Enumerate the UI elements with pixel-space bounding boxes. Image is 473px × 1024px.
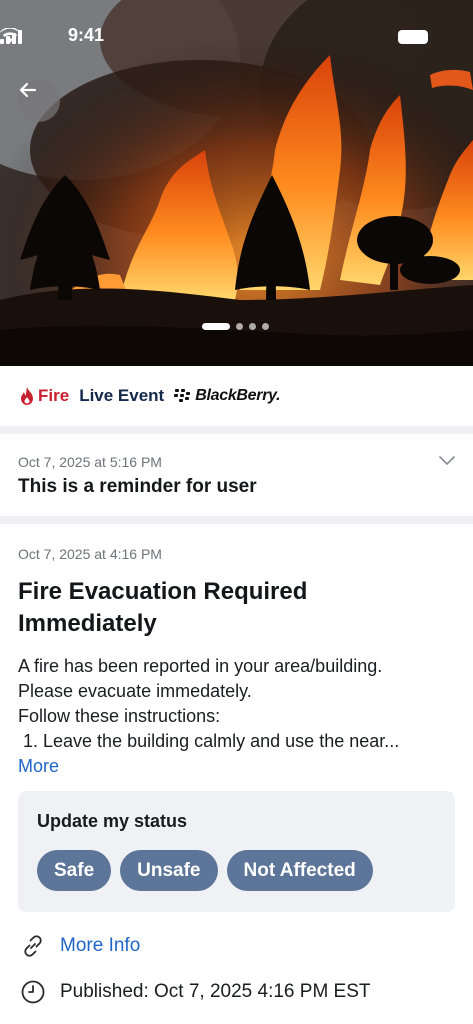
hero-image[interactable]: 9:41: [0, 0, 473, 366]
status-update-card: Update my status Safe Unsafe Not Affecte…: [18, 791, 455, 912]
reminder-card[interactable]: Oct 7, 2025 at 5:16 PM This is a reminde…: [0, 434, 473, 516]
battery-icon: [398, 30, 428, 44]
status-update-label: Update my status: [37, 811, 188, 831]
arrow-left-icon: [19, 82, 37, 98]
carousel-dot-4[interactable]: [262, 322, 269, 330]
link-icon: [24, 935, 42, 957]
blackberry-wordmark: BlackBerry.: [195, 387, 281, 404]
status-bar: 9:41: [0, 22, 473, 50]
blackberry-logo: BlackBerry.: [174, 387, 281, 405]
reminder-timestamp: Oct 7, 2025 at 5:16 PM: [18, 454, 162, 470]
reminder-text: This is a reminder for user: [18, 476, 257, 497]
event-header: Fire Live Event BlackBerry.: [0, 366, 473, 426]
clock-icon: [21, 980, 45, 1004]
alert-body-line: Please evacuate immedately.: [18, 681, 252, 701]
safe-button[interactable]: Safe: [37, 850, 112, 891]
blackberry-icon: [174, 389, 191, 402]
unsafe-button[interactable]: Unsafe: [120, 850, 218, 891]
fire-icon: [21, 387, 33, 405]
more-info-row[interactable]: More Info: [20, 931, 460, 961]
wifi-icon: [0, 28, 20, 43]
not-affected-button[interactable]: Not Affected: [226, 850, 373, 891]
alert-body-line: 1. Leave the building calmly and use the…: [18, 731, 400, 751]
live-event-label: Live Event: [79, 386, 165, 405]
alert-timestamp: Oct 7, 2025 at 4:16 PM: [18, 546, 162, 562]
alert-body-line: Follow these instructions:: [18, 706, 221, 726]
wildfire-photo: [0, 0, 473, 366]
alert-title-line: Fire Evacuation Required: [18, 578, 308, 605]
carousel-indicator[interactable]: [202, 322, 269, 330]
carousel-dot-2[interactable]: [236, 322, 243, 330]
divider: [0, 516, 473, 524]
published-row: Published: Oct 7, 2025 4:16 PM EST: [20, 977, 460, 1007]
alert-body-line: A fire has been reported in your area/bu…: [18, 656, 383, 676]
alert-body: A fire has been reported in your area/bu…: [18, 654, 455, 754]
status-time: 9:41: [68, 25, 105, 45]
carousel-dot-3[interactable]: [249, 322, 256, 330]
alert-title: Fire Evacuation Required Immediately: [18, 576, 455, 640]
chevron-down-icon[interactable]: [439, 456, 455, 466]
carousel-dot-1[interactable]: [202, 322, 230, 330]
back-button[interactable]: [18, 80, 60, 122]
divider: [0, 426, 473, 434]
alert-message: Oct 7, 2025 at 4:16 PM Fire Evacuation R…: [0, 524, 473, 779]
event-category: Fire: [38, 386, 70, 405]
more-link[interactable]: More: [18, 754, 455, 779]
status-options: Safe Unsafe Not Affected: [37, 850, 436, 891]
alert-title-line: Immediately: [18, 610, 157, 637]
published-date: Published: Oct 7, 2025 4:16 PM EST: [60, 981, 371, 1002]
more-info-link[interactable]: More Info: [60, 935, 140, 957]
